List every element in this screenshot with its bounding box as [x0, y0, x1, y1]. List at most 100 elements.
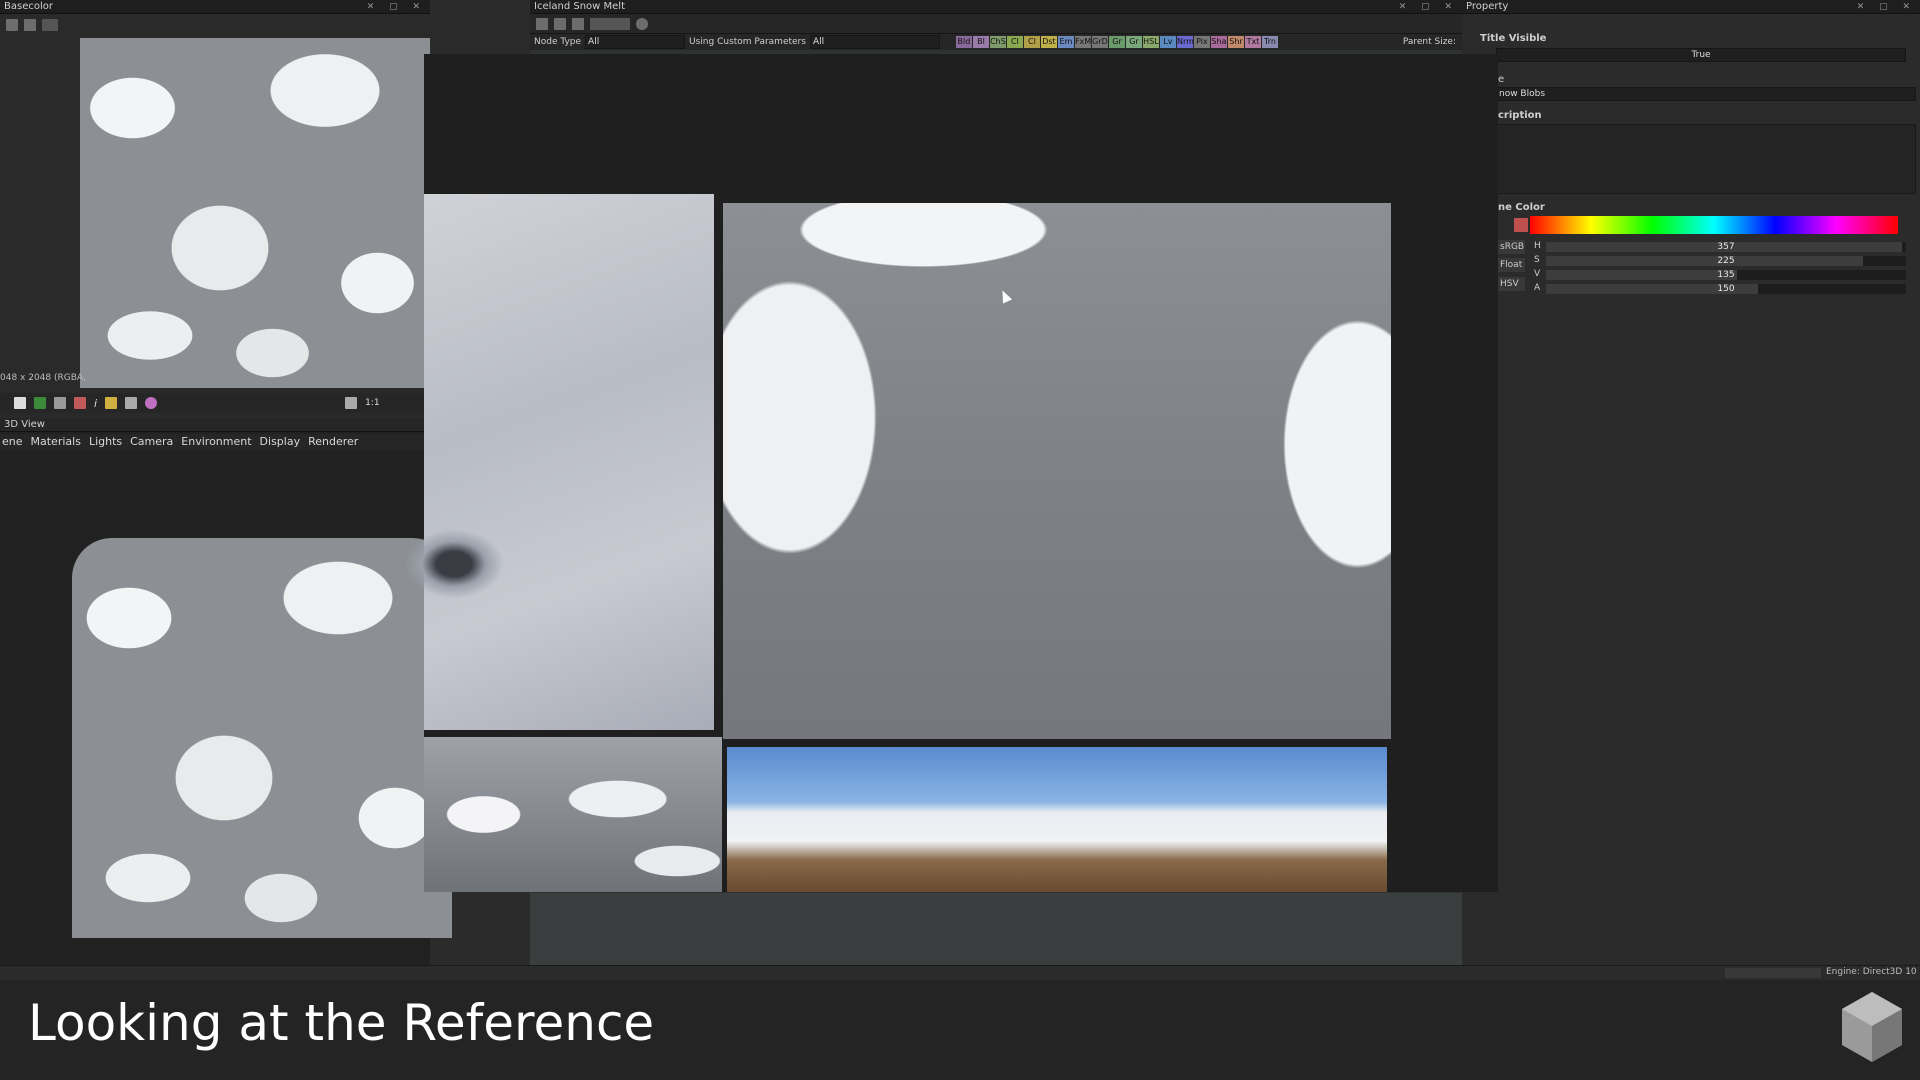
color-slider-value: 150	[1717, 284, 1735, 294]
graph-toolbar	[530, 14, 1462, 34]
color-slider-label: H	[1534, 241, 1541, 251]
logo-cube-icon	[1840, 990, 1904, 1064]
node-filter-chip[interactable]: GrD	[1091, 36, 1108, 48]
menu-environment[interactable]: Environment	[181, 434, 251, 450]
node-filter-chip[interactable]: Gr	[1125, 36, 1142, 48]
node-type-select[interactable]: All	[585, 35, 686, 49]
title-visible-field[interactable]: True	[1496, 48, 1906, 62]
node-filter-chip[interactable]: Trn	[1261, 36, 1278, 48]
color-slider-row[interactable]: H 357	[1462, 241, 1920, 253]
settings-icon[interactable]	[636, 17, 648, 30]
reference-photo-snow-chunks	[424, 737, 722, 892]
custom-params-select[interactable]: All	[809, 35, 940, 49]
fit-icon[interactable]	[345, 397, 358, 409]
node-filter-chip[interactable]: Cl	[1006, 36, 1023, 48]
histogram-icon[interactable]	[105, 397, 118, 409]
color-wheel-icon[interactable]	[145, 397, 158, 409]
basecolor-toolbar	[0, 14, 430, 36]
channel-icon[interactable]	[34, 397, 46, 409]
menu-renderer[interactable]: Renderer	[308, 434, 358, 450]
menu-scene[interactable]: ene	[2, 434, 23, 450]
node-filter-chip[interactable]: Shr	[1227, 36, 1244, 48]
reference-photo-lake-ice	[404, 194, 714, 730]
basecolor-panel-title: Basecolor ✕ ▢ ✕	[0, 0, 430, 14]
node-filter-chip[interactable]: Em	[1057, 36, 1074, 48]
caption-title: Looking at the Reference	[28, 994, 655, 1052]
node-filter-chip[interactable]: Pix	[1193, 36, 1210, 48]
checker-icon[interactable]	[14, 397, 26, 409]
color-picker-icon[interactable]	[125, 397, 138, 409]
node-filter-chip[interactable]: Sha	[1210, 36, 1227, 48]
color-slider-row[interactable]: A 150	[1462, 283, 1920, 295]
ice-hole	[404, 529, 504, 599]
info-icon[interactable]: i	[94, 397, 97, 410]
layout-icon[interactable]	[554, 17, 566, 30]
status-progress	[1725, 968, 1821, 978]
node-filter-chip[interactable]: Lv	[1159, 36, 1176, 48]
caption-bar: Looking at the Reference	[0, 980, 1920, 1080]
texture-resolution-label: 048 x 2048 (RGBA,	[0, 373, 86, 383]
node-category-filters: Bld Bl ChS Cl Cl Dst Em FxMGrD Gr Gr HSL Lv Nrm Pix Sh…	[955, 36, 1279, 48]
graph-canvas[interactable]	[530, 893, 1462, 965]
parent-size-label: Parent Size:	[1402, 37, 1456, 47]
node-filter-chip[interactable]: Bld	[955, 36, 972, 48]
export-icon[interactable]	[24, 19, 36, 31]
engine-label: Engine: Direct3D 10	[1826, 967, 1917, 977]
grid-snap-icon[interactable]	[572, 17, 584, 30]
grid-icon[interactable]	[54, 397, 66, 409]
node-filter-chip[interactable]: Gr	[1108, 36, 1125, 48]
frame-color-label: ne Color	[1498, 202, 1545, 213]
menu-display[interactable]: Display	[260, 434, 301, 450]
color-slider-row[interactable]: S 225	[1462, 255, 1920, 267]
node-filter-chip[interactable]: ChS	[989, 36, 1006, 48]
color-slider-value: 225	[1717, 256, 1735, 266]
transform-icon[interactable]	[42, 19, 58, 31]
color-swatch[interactable]	[1514, 218, 1528, 232]
property-panel-title: Property ✕ ▢ ✕	[1462, 0, 1920, 14]
label-field[interactable]: now Blobs	[1496, 87, 1916, 101]
node-icon[interactable]	[590, 17, 630, 30]
color-slider-label: A	[1534, 283, 1541, 293]
color-slider-row[interactable]: V 135	[1462, 269, 1920, 281]
color-slider-value: 135	[1717, 270, 1735, 280]
tile-icon[interactable]	[74, 397, 86, 409]
basecolor-texture-preview[interactable]	[80, 38, 430, 388]
view3d-menu-bar: ene Materials Lights Camera Environment …	[0, 434, 430, 450]
status-bar: Engine: Direct3D 10	[0, 965, 1920, 980]
node-filter-chip[interactable]: Cl	[1023, 36, 1040, 48]
frame-icon[interactable]	[536, 17, 548, 30]
reference-photo-icy-path	[723, 203, 1391, 739]
node-filter-chip[interactable]: Bl	[972, 36, 989, 48]
hue-spectrum-bar[interactable]	[1530, 216, 1898, 234]
description-textarea[interactable]	[1496, 124, 1916, 194]
node-filter-chip[interactable]: Nrm	[1176, 36, 1194, 48]
panel-window-buttons[interactable]: ✕ ▢ ✕	[1399, 0, 1458, 14]
save-icon[interactable]	[6, 19, 18, 31]
node-filter-chip[interactable]: Dst	[1040, 36, 1057, 48]
label-section-label: e	[1498, 74, 1505, 85]
node-filter-chip[interactable]: HSL	[1142, 36, 1159, 48]
graph-filter-bar: Node Type All Using Custom Parameters Al…	[530, 34, 1462, 50]
view3d-panel: 3D View ene Materials Lights Camera Envi…	[0, 418, 452, 970]
color-slider-track[interactable]: 357	[1546, 242, 1906, 252]
panel-window-buttons[interactable]: ✕ ▢ ✕	[1857, 0, 1916, 14]
color-slider-label: V	[1534, 269, 1541, 279]
panel-window-buttons[interactable]: ✕ ▢ ✕	[367, 0, 426, 14]
description-label: cription	[1498, 110, 1542, 121]
color-slider-track[interactable]: 135	[1546, 270, 1906, 280]
menu-camera[interactable]: Camera	[130, 434, 173, 450]
color-slider-label: S	[1534, 255, 1540, 265]
menu-materials[interactable]: Materials	[31, 434, 81, 450]
reference-collage-window[interactable]	[404, 54, 1498, 892]
color-slider-track[interactable]: 225	[1546, 256, 1906, 266]
graph-panel-title: Iceland Snow Melt ✕ ▢ ✕	[530, 0, 1462, 14]
node-filter-chip[interactable]: Txt	[1244, 36, 1261, 48]
color-slider-track[interactable]: 150	[1546, 284, 1906, 294]
property-panel: Property ✕ ▢ ✕ Title Visible True e now …	[1462, 0, 1920, 965]
zoom-level[interactable]: 1:1	[365, 398, 379, 408]
node-type-label: Node Type	[534, 37, 582, 47]
menu-lights[interactable]: Lights	[89, 434, 122, 450]
color-slider-value: 357	[1717, 242, 1735, 252]
3d-cylinder-preview[interactable]	[72, 538, 452, 938]
node-filter-chip[interactable]: FxM	[1074, 36, 1091, 48]
